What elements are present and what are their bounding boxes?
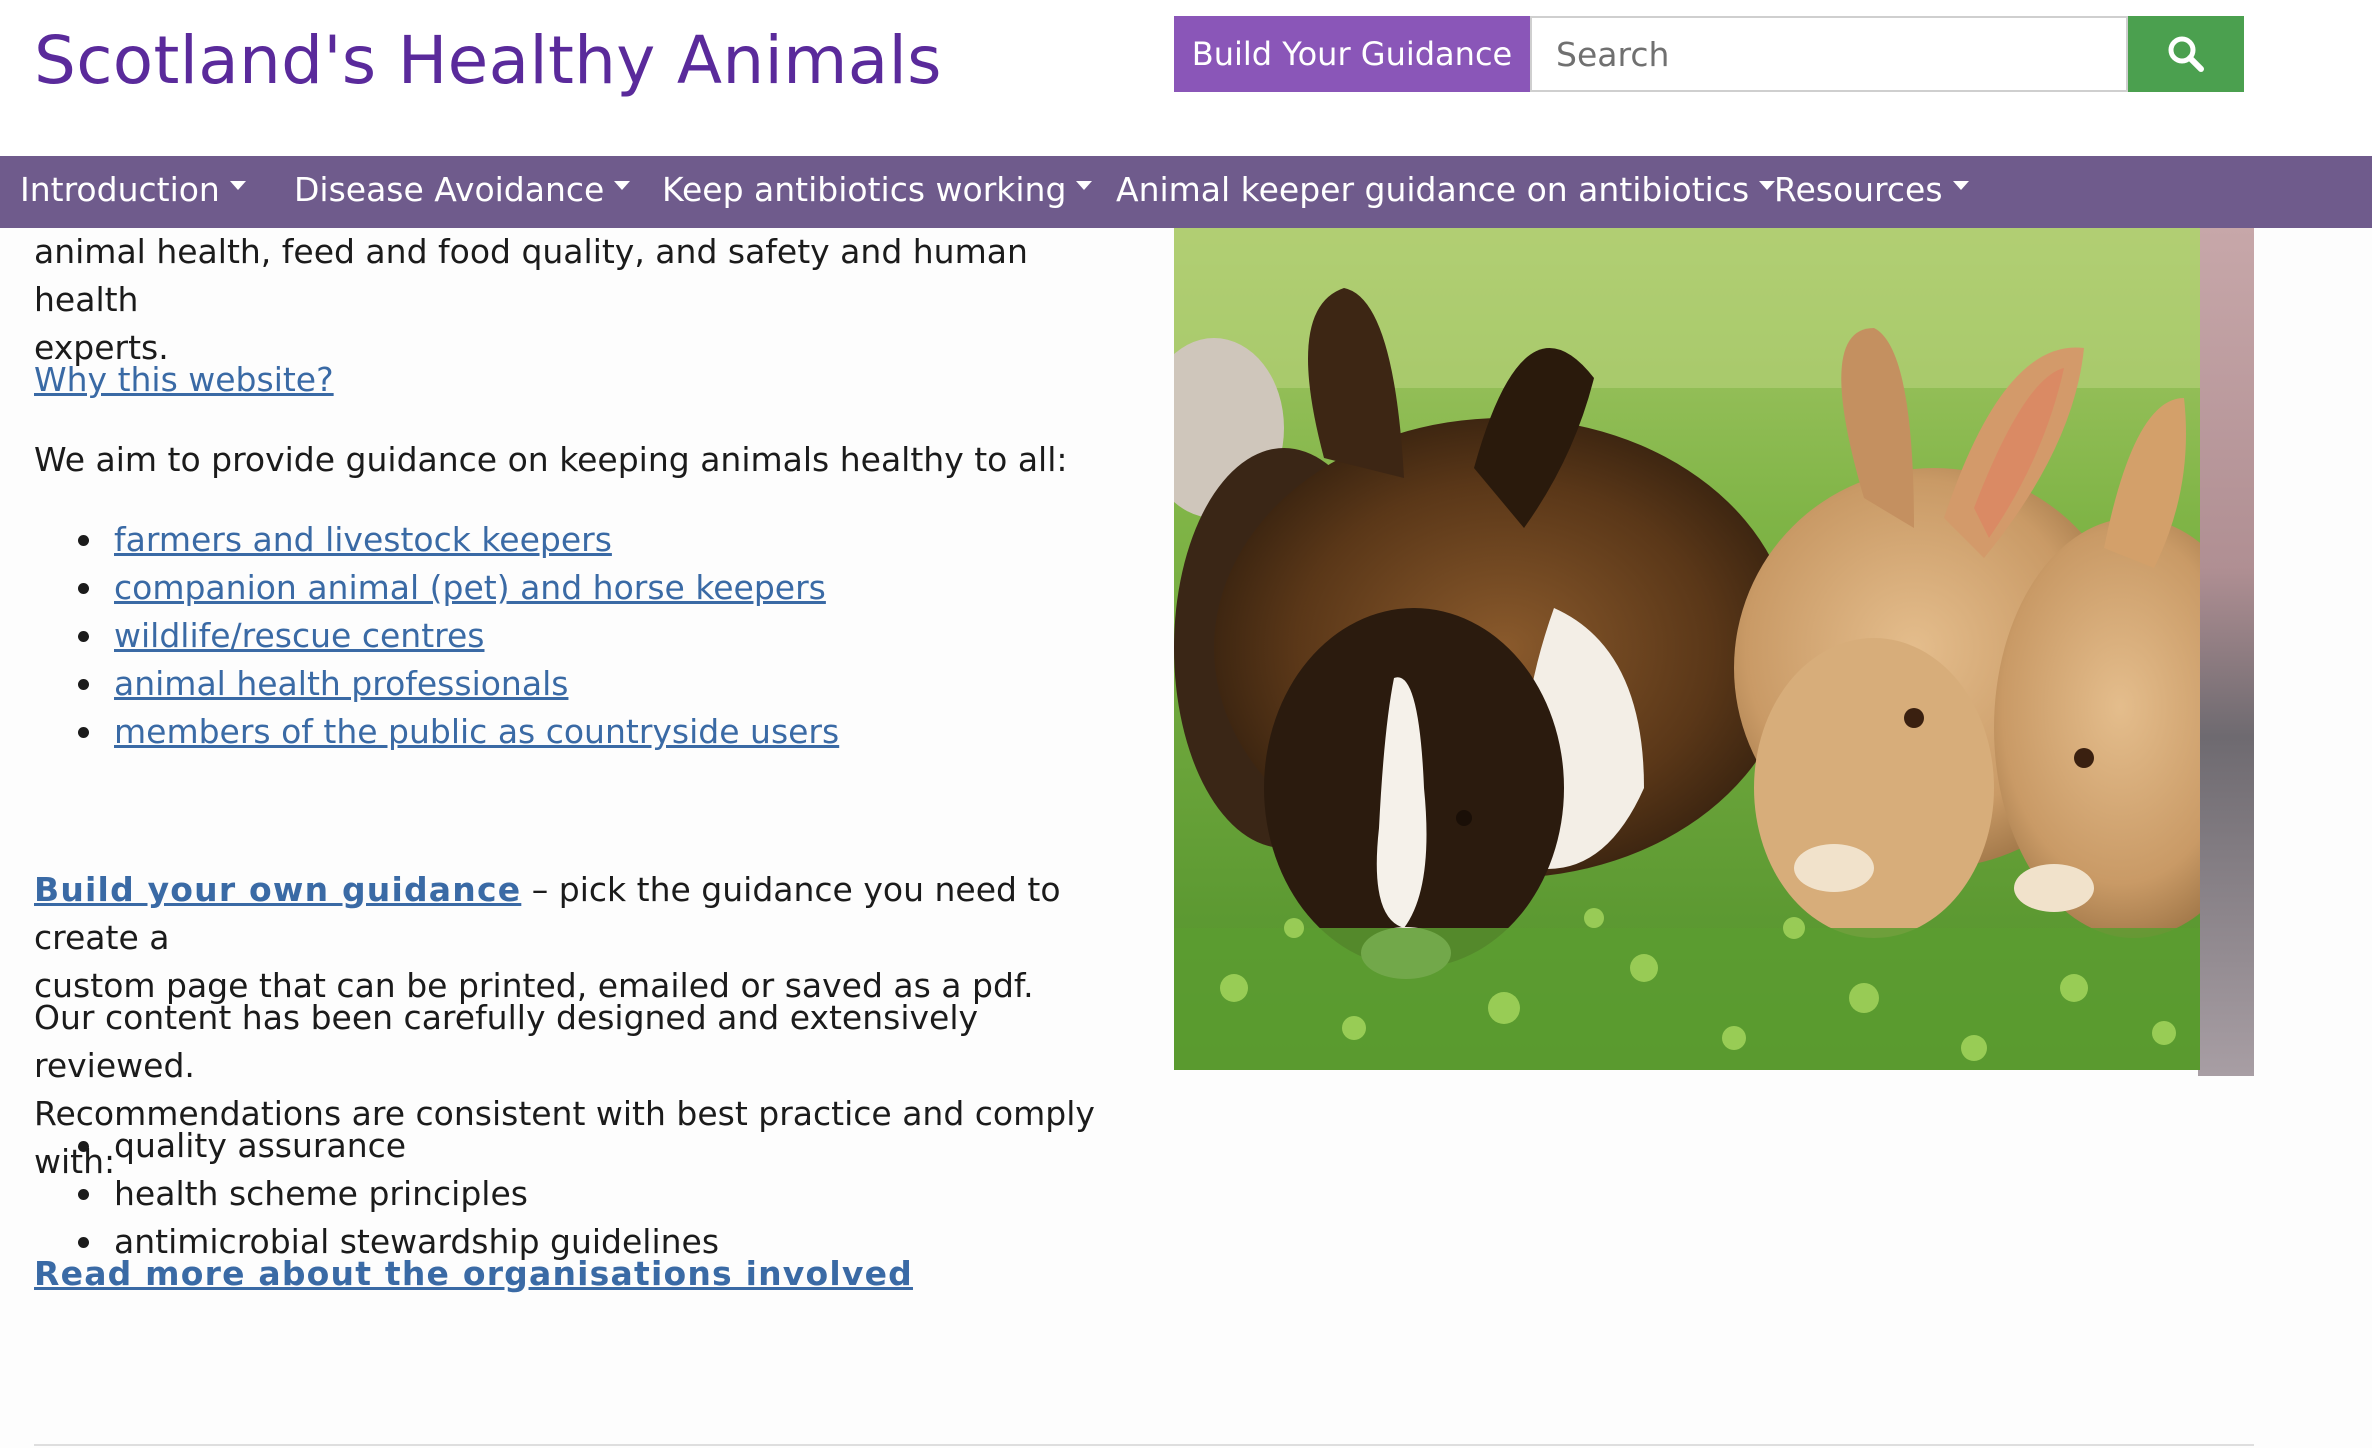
site-title[interactable]: Scotland's Healthy Animals [34,22,942,99]
list-item: members of the public as countryside use… [34,708,1094,756]
read-more-organisations-link[interactable]: Read more about the organisations involv… [34,1250,913,1298]
caret-down-icon [229,181,246,190]
search-button[interactable] [2128,16,2244,92]
nav-item-resources[interactable]: Resources [1774,170,1969,209]
nav-item-label: Resources [1774,170,1943,209]
build-your-guidance-button[interactable]: Build Your Guidance [1174,16,1530,92]
aim-text: We aim to provide guidance on keeping an… [34,440,1068,479]
audience-link[interactable]: farmers and livestock keepers [114,520,612,559]
intro-line: animal health, feed and food quality, an… [34,232,1028,319]
nav-item-label: Disease Avoidance [294,170,605,209]
list-item: companion animal (pet) and horse keepers [34,564,1094,612]
rabbits-photo [1174,228,2254,1070]
nav-item-keep-antibiotics-working[interactable]: Keep antibiotics working [662,170,1093,209]
list-item: farmers and livestock keepers [34,516,1094,564]
nav-item-disease-avoidance[interactable]: Disease Avoidance [294,170,631,209]
nav-item-label: Introduction [20,170,220,209]
nav-item-animal-keeper-guidance[interactable]: Animal keeper guidance on antibiotics [1116,170,1776,209]
build-guidance-paragraph: Build your own guidance – pick the guida… [34,866,1114,1010]
intro-paragraph: animal health, feed and food quality, an… [34,228,1094,372]
search-icon [2168,36,2204,72]
caret-down-icon [1076,181,1093,190]
caret-down-icon [614,181,631,190]
audience-link[interactable]: companion animal (pet) and horse keepers [114,568,826,607]
caret-down-icon [1952,181,1969,190]
list-item: animal health professionals [34,660,1094,708]
audience-link[interactable]: animal health professionals [114,664,568,703]
standards-list: quality assurance health scheme principl… [34,1122,1094,1266]
list-item: health scheme principles [34,1170,1094,1218]
audience-link[interactable]: wildlife/rescue centres [114,616,484,655]
search-input[interactable] [1530,16,2128,92]
main-nav: Introduction Disease Avoidance Keep anti… [0,156,2372,228]
site-header: Scotland's Healthy Animals Build Your Gu… [0,0,2372,156]
nav-item-label: Animal keeper guidance on antibiotics [1116,170,1750,209]
list-item: wildlife/rescue centres [34,612,1094,660]
nav-item-label: Keep antibiotics working [662,170,1067,209]
audience-link[interactable]: members of the public as countryside use… [114,712,839,751]
list-item: quality assurance [34,1122,1094,1170]
build-your-own-guidance-link[interactable]: Build your own guidance [34,870,521,909]
why-this-website-link[interactable]: Why this website? [34,356,334,404]
audience-list: farmers and livestock keepers companion … [34,516,1094,756]
content-divider [34,1444,2254,1446]
nav-item-introduction[interactable]: Introduction [20,170,246,209]
review-line: Our content has been carefully designed … [34,998,979,1085]
hero-image-rabbits [1174,228,2254,1070]
caret-down-icon [1759,181,1776,190]
